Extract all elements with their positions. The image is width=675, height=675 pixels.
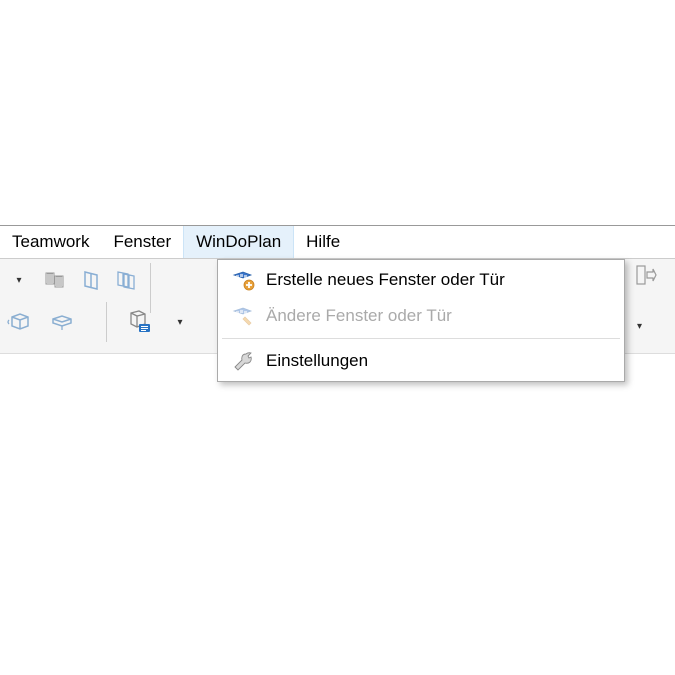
create-window-icon xyxy=(228,265,258,295)
arrow-panel-icon xyxy=(635,264,657,286)
menu-item-create-window-door[interactable]: Erstelle neues Fenster oder Tür xyxy=(220,262,622,298)
toolbar-section-1: ▾ xyxy=(0,259,144,299)
menu-item-modify-window-door: Ändere Fenster oder Tür xyxy=(220,298,622,334)
right-toolbar-button[interactable] xyxy=(635,264,657,286)
modify-window-icon xyxy=(228,301,258,331)
window-multi-icon xyxy=(114,269,138,291)
window-tool-icon[interactable] xyxy=(74,264,106,296)
toolbar-lower-row: ▾ xyxy=(0,302,197,342)
window-multi-icon[interactable] xyxy=(110,264,142,296)
menu-item-label: Einstellungen xyxy=(266,351,368,371)
panel-icon-1[interactable] xyxy=(38,264,70,296)
panel-icon xyxy=(42,270,66,290)
menu-windoplan[interactable]: WinDoPlan xyxy=(183,226,294,258)
shape-3d-icon[interactable] xyxy=(46,306,78,338)
menu-item-label: Ändere Fenster oder Tür xyxy=(266,306,452,326)
dropdown-button-2[interactable]: ▾ xyxy=(163,306,195,338)
chevron-down-icon: ▾ xyxy=(177,317,182,328)
right-dropdown-arrow[interactable]: ▾ xyxy=(635,316,642,334)
menu-teamwork[interactable]: Teamwork xyxy=(0,226,101,258)
dropdown-button-1[interactable]: ▾ xyxy=(2,264,34,296)
chevron-down-icon: ▾ xyxy=(16,275,21,286)
menu-item-settings[interactable]: Einstellungen xyxy=(220,343,622,379)
doc-box-icon xyxy=(125,309,153,335)
box-3d-icon[interactable] xyxy=(4,306,36,338)
window-icon xyxy=(79,269,101,291)
wrench-icon xyxy=(228,346,258,376)
menu-item-label: Erstelle neues Fenster oder Tür xyxy=(266,270,505,290)
windoplan-dropdown-menu: Erstelle neues Fenster oder Tür Ändere F… xyxy=(217,259,625,382)
document-tool-icon[interactable] xyxy=(119,306,159,338)
toolbar-separator-2 xyxy=(106,302,107,342)
menu-hilfe[interactable]: Hilfe xyxy=(294,226,352,258)
menu-bar: Teamwork Fenster WinDoPlan Hilfe xyxy=(0,225,675,259)
shape-icon xyxy=(49,311,75,333)
box-3d-icon xyxy=(7,310,33,334)
chevron-down-icon: ▾ xyxy=(637,321,642,332)
menu-separator xyxy=(222,338,620,339)
menu-fenster[interactable]: Fenster xyxy=(101,226,183,258)
